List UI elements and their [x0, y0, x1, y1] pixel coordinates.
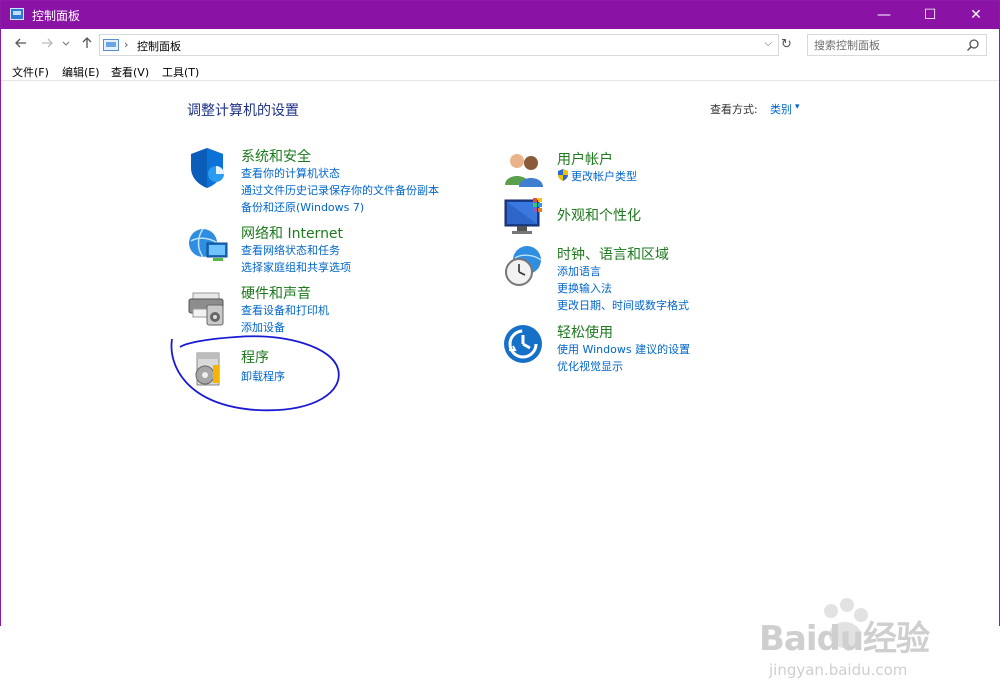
menu-view[interactable]: 查看(V) [111, 64, 149, 80]
link-homegroup-sharing[interactable]: 选择家庭组和共享选项 [241, 259, 351, 275]
address-row: › 控制面板 ⌵ ↻ [1, 29, 999, 59]
link-view-computer-status[interactable]: 查看你的计算机状态 [241, 165, 340, 181]
address-bar[interactable]: › 控制面板 ⌵ [99, 34, 779, 56]
uac-shield-icon [557, 169, 569, 181]
search-input[interactable] [808, 35, 958, 55]
link-file-history-backup[interactable]: 通过文件历史记录保存你的文件备份副本 [241, 182, 439, 198]
watermark-url: jingyan.baidu.com [769, 661, 908, 679]
link-add-language[interactable]: 添加语言 [557, 263, 601, 279]
window-title: 控制面板 [32, 9, 81, 23]
category-title[interactable]: 外观和个性化 [557, 205, 641, 225]
link-uninstall-program[interactable]: 卸载程序 [241, 368, 285, 384]
category-hardware-sound: 硬件和声音 查看设备和打印机 添加设备 [187, 283, 487, 335]
link-backup-restore[interactable]: 备份和还原(Windows 7) [241, 199, 364, 215]
refresh-icon[interactable]: ↻ [781, 37, 792, 52]
category-title[interactable]: 时钟、语言和区域 [557, 244, 669, 264]
monitor-palette-icon[interactable] [503, 196, 547, 240]
view-by-caret-icon[interactable]: ▾ [795, 102, 800, 112]
link-change-account-type[interactable]: 更改帐户类型 [571, 168, 637, 184]
category-title[interactable]: 硬件和声音 [241, 283, 311, 303]
baidu-watermark: Baidu经验 jingyan.baidu.com [741, 597, 991, 697]
link-change-date-time-format[interactable]: 更改日期、时间或数字格式 [557, 297, 689, 313]
control-panel-location-icon [103, 39, 119, 51]
category-title[interactable]: 网络和 Internet [241, 223, 343, 243]
search-icon[interactable] [966, 38, 980, 52]
menu-bar: 文件(F) 编辑(E) 查看(V) 工具(T) [1, 61, 999, 81]
users-icon[interactable] [503, 149, 547, 193]
category-title[interactable]: 轻松使用 [557, 322, 613, 342]
close-button[interactable]: ✕ [953, 1, 999, 29]
view-by-label: 查看方式: [710, 103, 758, 116]
maximize-button[interactable]: ☐ [907, 1, 953, 29]
clock-globe-icon[interactable] [503, 244, 547, 288]
link-windows-recommended-settings[interactable]: 使用 Windows 建议的设置 [557, 341, 690, 357]
arrow-left-icon[interactable] [13, 36, 29, 54]
breadcrumb-separator[interactable]: › [124, 38, 128, 51]
link-optimize-visual-display[interactable]: 优化视觉显示 [557, 358, 623, 374]
menu-edit[interactable]: 编辑(E) [62, 64, 100, 80]
shield-icon[interactable] [187, 146, 231, 190]
address-dropdown-icon[interactable]: ⌵ [764, 38, 772, 49]
category-appearance: 外观和个性化 [503, 196, 803, 236]
link-add-device[interactable]: 添加设备 [241, 319, 285, 335]
ease-of-access-icon[interactable] [503, 322, 547, 366]
programs-disc-icon[interactable] [187, 347, 231, 391]
menu-file[interactable]: 文件(F) [12, 64, 49, 80]
search-box[interactable] [807, 34, 987, 56]
view-by-dropdown[interactable]: 类别 [770, 101, 792, 117]
control-panel-app-icon [10, 8, 24, 20]
category-title[interactable]: 用户帐户 [557, 149, 613, 169]
title-bar[interactable]: 控制面板 — ☐ ✕ [1, 1, 999, 29]
category-ease-of-access: 轻松使用 使用 Windows 建议的设置 优化视觉显示 [503, 322, 803, 374]
globe-network-icon[interactable] [187, 223, 231, 267]
category-clock-language-region: 时钟、语言和区域 添加语言 更换输入法 更改日期、时间或数字格式 [503, 244, 803, 312]
link-devices-printers[interactable]: 查看设备和打印机 [241, 302, 329, 318]
printer-icon[interactable] [187, 283, 231, 327]
menu-tools[interactable]: 工具(T) [162, 64, 199, 80]
category-programs: 程序 卸载程序 [187, 347, 487, 397]
arrow-right-icon[interactable] [39, 36, 55, 54]
link-change-input-method[interactable]: 更换输入法 [557, 280, 612, 296]
category-title[interactable]: 系统和安全 [241, 146, 311, 166]
control-panel-window: 控制面板 — ☐ ✕ › 控制面板 ⌵ ↻ 搜索控制面板 文件(F) 编辑(E)… [0, 0, 1000, 679]
main-content: 调整计算机的设置 查看方式: 类别 ▾ 系统和安全 查看你的计算机状态 通过文件… [1, 82, 999, 679]
category-network-internet: 网络和 Internet 查看网络状态和任务 选择家庭组和共享选项 [187, 223, 487, 275]
chevron-down-icon[interactable] [61, 36, 71, 54]
page-title: 调整计算机的设置 [187, 103, 299, 119]
watermark-logo: Baidu经验 [759, 619, 930, 659]
breadcrumb-control-panel[interactable]: 控制面板 [137, 38, 181, 54]
category-title[interactable]: 程序 [241, 347, 269, 367]
arrow-up-icon[interactable] [79, 36, 95, 54]
link-network-status[interactable]: 查看网络状态和任务 [241, 242, 340, 258]
category-user-accounts: 用户帐户 更改帐户类型 [503, 149, 803, 189]
category-system-security: 系统和安全 查看你的计算机状态 通过文件历史记录保存你的文件备份副本 备份和还原… [187, 146, 487, 216]
minimize-button[interactable]: — [861, 1, 907, 29]
